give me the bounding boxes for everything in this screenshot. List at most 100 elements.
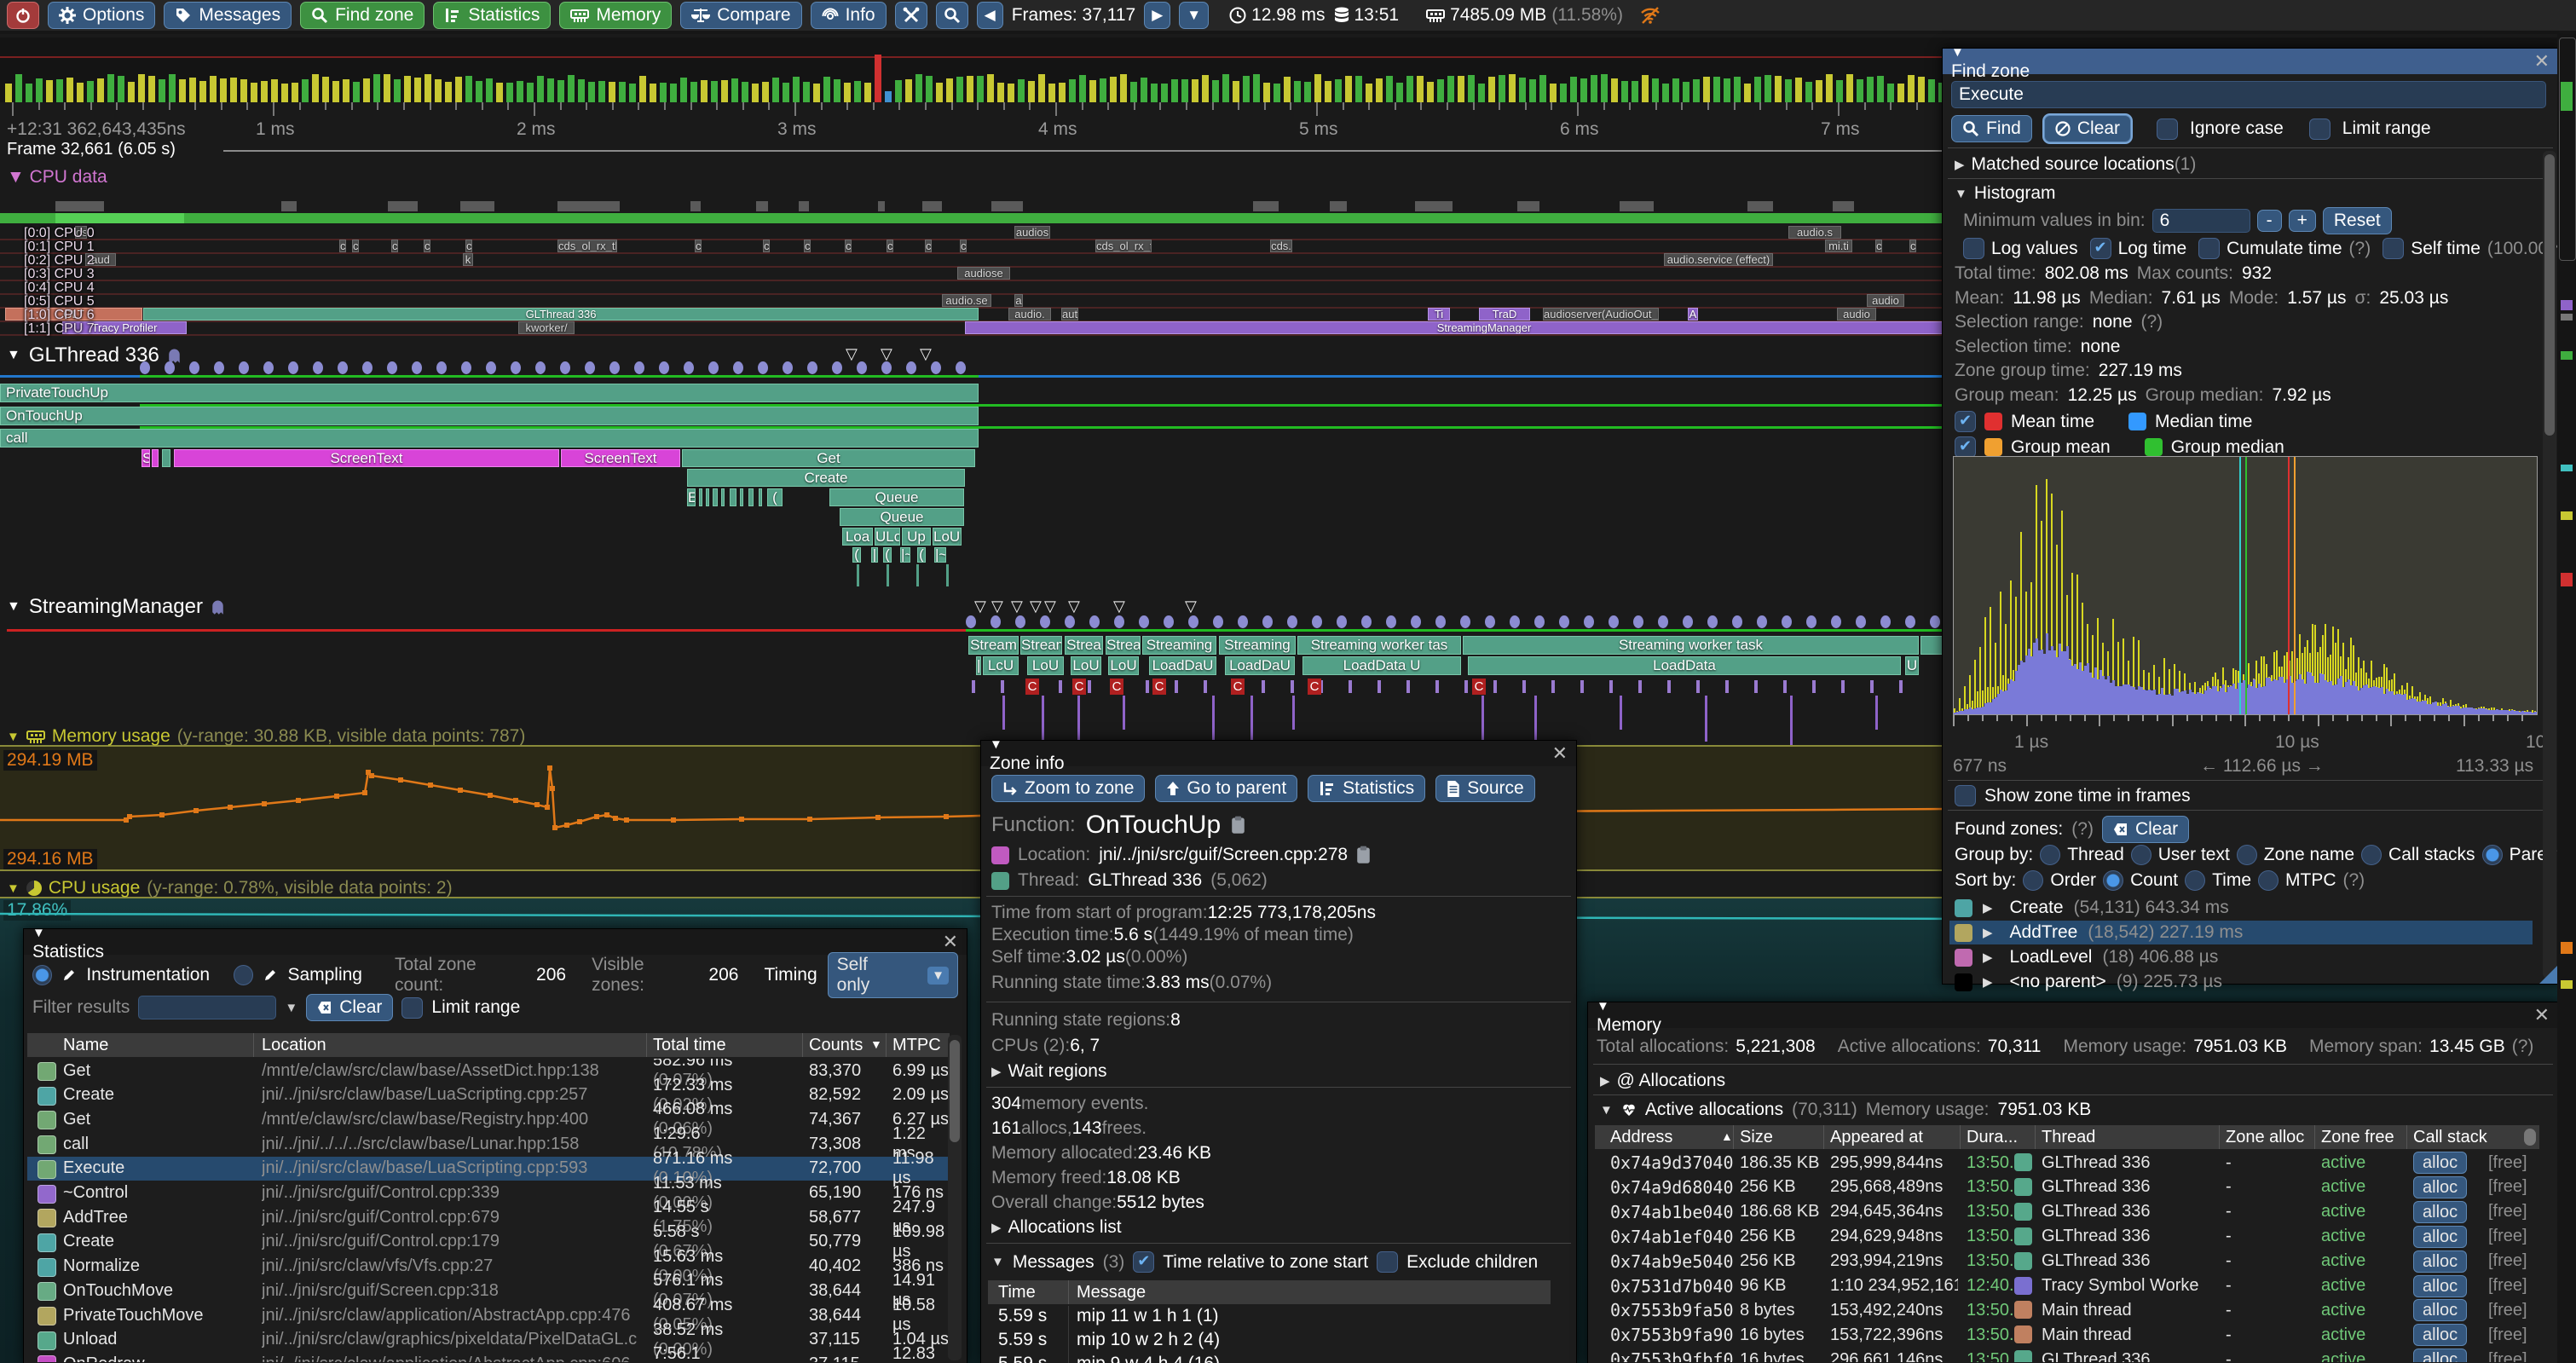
frame-bar[interactable]	[1447, 76, 1454, 102]
timeline-zone[interactable]: Queue	[829, 488, 964, 506]
table-row[interactable]: 0x74a9d68040256 KB295,668,489ns13:50.7GL…	[1595, 1175, 2539, 1199]
sample-dot[interactable]	[1213, 615, 1223, 628]
frame-bar[interactable]	[629, 84, 636, 102]
frame-bar[interactable]	[1458, 76, 1464, 102]
alloc-callstack-button[interactable]: alloc	[2413, 1201, 2467, 1223]
frame-bar[interactable]	[701, 80, 708, 102]
toolbar-button-options[interactable]: Options	[48, 2, 155, 29]
frame-bar[interactable]	[1192, 79, 1198, 102]
sample-dot[interactable]	[214, 361, 224, 374]
clear-filter-button[interactable]: Clear	[306, 994, 393, 1021]
frame-bar[interactable]	[1345, 76, 1352, 102]
timeline-zone[interactable]: c	[960, 240, 967, 252]
frame-bar[interactable]	[455, 77, 462, 102]
frame-bar[interactable]	[1366, 84, 1372, 102]
frame-bar[interactable]	[363, 78, 370, 102]
self-time-checkbox[interactable]	[2383, 238, 2404, 259]
frame-bar[interactable]	[332, 81, 339, 102]
cpu-row[interactable]: audiose	[0, 267, 2003, 280]
timeline-zone[interactable]: c	[339, 240, 346, 252]
frame-bar[interactable]	[1550, 84, 1557, 102]
timeline-zone[interactable]: |	[976, 656, 981, 675]
frame-bar[interactable]	[1795, 78, 1802, 102]
frame-bar[interactable]	[588, 82, 595, 102]
frame-bar[interactable]	[1427, 82, 1434, 102]
timeline-zone[interactable]: mi.ti	[1825, 240, 1852, 252]
frame-bar[interactable]	[476, 81, 482, 102]
frame-bar[interactable]	[1376, 78, 1383, 102]
message-tick[interactable]	[1812, 680, 1816, 693]
sample-dot[interactable]	[1089, 615, 1100, 628]
toolbar-button-memory[interactable]: Memory	[559, 2, 672, 29]
toolbar-button-messages[interactable]: Messages	[164, 2, 292, 29]
alloc-callstack-button[interactable]: alloc	[2413, 1324, 2467, 1346]
frame-bar[interactable]	[66, 78, 73, 102]
timeline-zone[interactable]: U	[1905, 656, 1919, 675]
sample-dot[interactable]	[535, 361, 546, 374]
frame-bar[interactable]	[1161, 84, 1168, 102]
frame-bar[interactable]	[1529, 79, 1536, 102]
frame-bar[interactable]	[823, 77, 830, 102]
frame-bar[interactable]	[281, 84, 288, 102]
timeline-zone[interactable]	[759, 488, 762, 506]
timeline-zone[interactable]	[699, 488, 702, 506]
timeline-zone[interactable]: k	[463, 253, 473, 266]
frame-bar[interactable]	[435, 79, 442, 102]
alloc-callstack-button[interactable]: alloc	[2413, 1176, 2467, 1198]
timeline-zone[interactable]: LoadDaU	[1225, 656, 1295, 675]
memory-titlebar[interactable]: ▼ Memory✕	[1588, 1002, 2558, 1028]
toolbar-button-statistics[interactable]: Statistics	[433, 2, 551, 29]
frame-bar[interactable]	[1141, 78, 1147, 102]
frame-bar[interactable]	[936, 83, 943, 102]
frame-bar[interactable]	[128, 82, 135, 102]
resize-handle[interactable]	[2539, 965, 2558, 984]
frame-bar[interactable]	[1488, 77, 1495, 102]
frame-bar[interactable]	[445, 82, 452, 102]
button-source[interactable]: Source	[1435, 775, 1535, 802]
message-tick[interactable]	[1088, 680, 1091, 693]
active-allocations-row[interactable]: ▼Active allocations(70,311) Memory usage…	[1600, 1100, 2091, 1120]
sample-dot[interactable]	[807, 361, 817, 374]
frame-bar[interactable]	[609, 82, 615, 102]
sample-dot[interactable]	[881, 361, 892, 374]
search-input[interactable]: Execute	[1951, 81, 2546, 108]
collapsed-zone-marker[interactable]: ▽	[991, 600, 1003, 612]
error-marker[interactable]: C	[1472, 679, 1486, 695]
frame-bar[interactable]	[1233, 81, 1239, 102]
timeline-zone[interactable]: (	[852, 547, 861, 563]
frame-bar[interactable]	[1509, 74, 1516, 102]
frame-bar[interactable]	[506, 83, 513, 102]
timeline-zone[interactable]: audio.s	[1788, 226, 1841, 239]
error-marker[interactable]: C	[1025, 679, 1039, 695]
timeline-zone[interactable]	[721, 488, 725, 506]
frame-bar[interactable]	[650, 84, 656, 102]
mean-time-checkbox[interactable]	[1955, 411, 1976, 432]
sort-by-radio-order[interactable]	[2023, 870, 2043, 891]
sample-dot[interactable]	[1238, 615, 1248, 628]
frame-bar[interactable]	[1059, 83, 1066, 102]
frame-bar[interactable]	[5, 84, 12, 102]
error-marker[interactable]: C	[1231, 679, 1245, 695]
show-zone-time-checkbox[interactable]	[1955, 785, 1976, 806]
frame-bar[interactable]	[77, 83, 84, 102]
table-row[interactable]: 0x7531d7b04096 KB1:10 234,952,16112:40.7…	[1595, 1274, 2539, 1298]
limit-range-checkbox[interactable]	[401, 997, 423, 1019]
prev-frame-button[interactable]: ◀	[977, 2, 1003, 29]
sample-dot[interactable]	[239, 361, 249, 374]
cpu-row[interactable]: audkaudio.service (effect)	[0, 253, 2003, 266]
frame-bar[interactable]	[1478, 84, 1485, 102]
frame-bar[interactable]	[803, 82, 810, 102]
column-header-size[interactable]: Size	[1740, 1128, 1773, 1147]
frame-bar[interactable]	[1325, 81, 1331, 102]
timeline-zone[interactable]: (	[883, 547, 892, 563]
toolbar-button-find-zone[interactable]: Find zone	[300, 2, 425, 29]
frame-bar[interactable]	[1539, 75, 1546, 102]
timeline-zone[interactable]: Strea	[1065, 636, 1103, 655]
sample-dot[interactable]	[1312, 615, 1322, 628]
message-tick[interactable]	[972, 680, 975, 693]
sample-dot[interactable]	[783, 361, 793, 374]
frame-bar[interactable]	[261, 81, 268, 102]
frame-bar[interactable]	[425, 74, 431, 102]
collapsed-zone-marker[interactable]: ▽	[846, 348, 858, 360]
timeline-zone[interactable]: c	[465, 240, 472, 252]
